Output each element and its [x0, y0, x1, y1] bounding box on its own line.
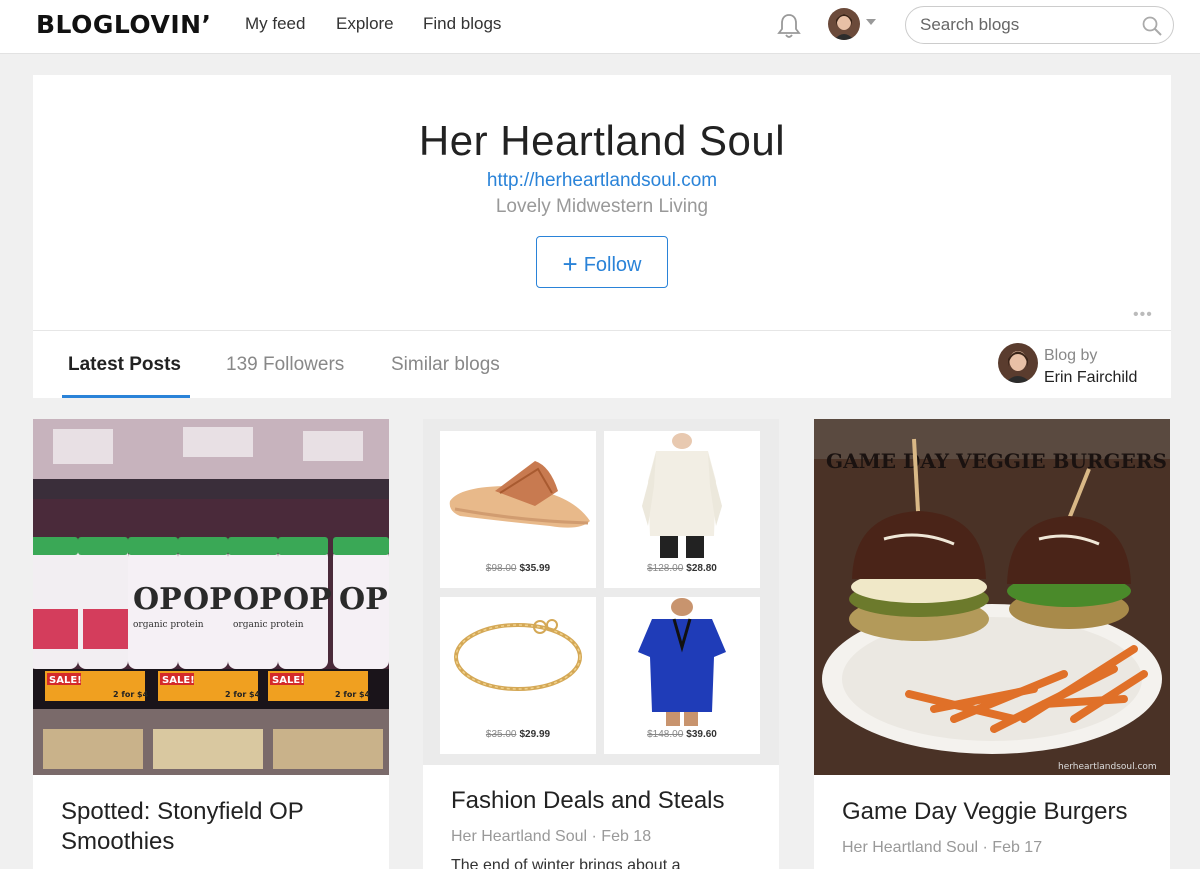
old-price: $148.00: [647, 729, 684, 740]
follow-button-label: Follow: [583, 253, 642, 276]
product-sandal: $98.00 $35.99: [440, 431, 596, 588]
post-image-stonyfield[interactable]: OP OP OP OP OP organic protein organic p…: [33, 419, 389, 775]
image-brand-text: OP: [183, 582, 232, 617]
post-card-fashion-deals[interactable]: $98.00 $35.99 $128.00 $28.80 $35.00 $29.99: [423, 419, 779, 869]
product-bracelet: $35.00 $29.99: [440, 597, 596, 754]
post-title[interactable]: Game Day Veggie Burgers: [842, 797, 1127, 827]
top-navigation-bar: BLOGLOVIN’ My feed Explore Find blogs: [0, 0, 1200, 54]
account-menu-chevron-down-icon[interactable]: [866, 19, 876, 25]
image-brand-text: OP: [233, 582, 282, 617]
image-deal-text: 2 for $4: [335, 690, 371, 699]
author-avatar[interactable]: [998, 343, 1038, 383]
image-deal-text: 2 for $4: [225, 690, 261, 699]
post-card-veggie-burgers[interactable]: GAME DAY VEGGIE BURGERS herheartlandsoul…: [814, 419, 1170, 869]
post-title[interactable]: Fashion Deals and Steals: [451, 786, 725, 816]
product-sweater: $128.00 $28.80: [604, 431, 760, 588]
new-price: $29.99: [519, 729, 551, 740]
post-title-line2[interactable]: Smoothies: [61, 827, 174, 857]
new-price: $28.80: [686, 563, 717, 574]
product-price: $148.00 $39.60: [604, 729, 760, 740]
tab-followers[interactable]: 139 Followers: [226, 354, 344, 376]
image-brand-text: OP: [339, 582, 388, 617]
plus-icon: +: [562, 248, 578, 279]
bloglovin-logo[interactable]: BLOGLOVIN’: [36, 10, 212, 39]
search-input[interactable]: [920, 14, 1135, 36]
post-image-veggie-burgers[interactable]: GAME DAY VEGGIE BURGERS herheartlandsoul…: [814, 419, 1170, 775]
search-box: [905, 6, 1174, 44]
old-price: $128.00: [647, 563, 684, 574]
old-price: $98.00: [485, 563, 517, 574]
new-price: $35.99: [519, 563, 551, 574]
product-price: $35.00 $29.99: [440, 729, 596, 740]
nav-explore[interactable]: Explore: [336, 14, 394, 34]
product-price: $128.00 $28.80: [604, 563, 760, 574]
blog-title: Her Heartland Soul: [418, 117, 786, 164]
post-card-stonyfield[interactable]: OP OP OP OP OP organic protein organic p…: [33, 419, 389, 869]
notifications-bell-icon[interactable]: [776, 12, 802, 40]
blog-tagline: Lovely Midwestern Living: [495, 196, 709, 217]
product-blue-top: $148.00 $39.60: [604, 597, 760, 754]
post-meta: Her Heartland Soul · Feb 18: [451, 828, 652, 845]
post-title-line1[interactable]: Spotted: Stonyfield OP: [61, 797, 304, 827]
tab-similar-blogs[interactable]: Similar blogs: [391, 354, 500, 376]
nav-find-blogs[interactable]: Find blogs: [423, 14, 501, 34]
image-brand-text: OP: [283, 582, 332, 617]
image-sale-text: SALE!: [162, 675, 195, 686]
image-product-label: organic protein: [133, 620, 204, 630]
image-product-label: organic protein: [233, 620, 304, 630]
image-sale-text: SALE!: [272, 675, 305, 686]
image-watermark: herheartlandsoul.com: [1058, 762, 1157, 772]
post-excerpt: The end of winter brings about a: [451, 857, 681, 869]
image-sale-text: SALE!: [49, 675, 82, 686]
product-price: $98.00 $35.99: [440, 563, 596, 574]
blog-by-label: Blog by: [1044, 347, 1098, 364]
more-options-icon[interactable]: •••: [1133, 306, 1153, 324]
image-heading-text: GAME DAY VEGGIE BURGERS: [826, 449, 1167, 473]
user-avatar[interactable]: [828, 8, 860, 40]
search-icon[interactable]: [1141, 15, 1163, 37]
nav-my-feed[interactable]: My feed: [245, 14, 305, 34]
image-brand-text: OP: [133, 582, 182, 617]
new-price: $39.60: [686, 729, 717, 740]
post-meta: Her Heartland Soul · Feb 17: [842, 839, 1043, 856]
active-tab-indicator: [62, 395, 190, 398]
header-divider: [33, 330, 1171, 331]
tab-latest-posts[interactable]: Latest Posts: [68, 354, 181, 376]
old-price: $35.00: [485, 729, 517, 740]
author-name-link[interactable]: Erin Fairchild: [1044, 369, 1137, 387]
image-deal-text: 2 for $4: [113, 690, 149, 699]
follow-button[interactable]: + Follow: [536, 236, 668, 288]
blog-header-card: Her Heartland Soul http://herheartlandso…: [33, 75, 1171, 398]
post-image-fashion-deals[interactable]: $98.00 $35.99 $128.00 $28.80 $35.00 $29.99: [423, 419, 779, 765]
blog-url-link[interactable]: http://herheartlandsoul.com: [33, 170, 1171, 192]
